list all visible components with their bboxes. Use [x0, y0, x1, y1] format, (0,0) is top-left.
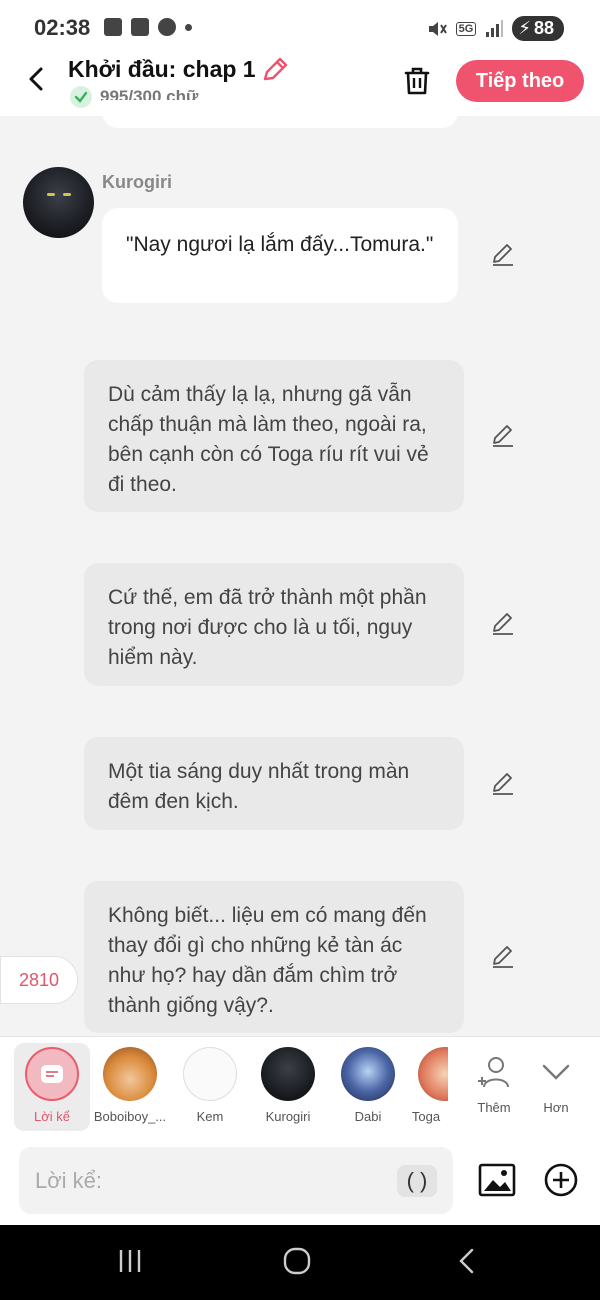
character-kurogiri[interactable]: Kurogiri	[250, 1043, 326, 1131]
avatar	[103, 1047, 157, 1101]
narration-message[interactable]: Không biết... liệu em có mang đến thay đ…	[84, 881, 464, 1033]
character-dabi[interactable]: Dabi	[330, 1043, 406, 1131]
narration-message[interactable]: Dù cảm thấy lạ lạ, nhưng gã vẫn chấp thu…	[84, 360, 464, 512]
character-bar: Lời kể Boboiboy_... Kem Kurogiri Dabi To…	[0, 1036, 600, 1137]
narration-message[interactable]: Một tia sáng duy nhất trong màn đêm đen …	[84, 737, 464, 830]
parentheses-button[interactable]: ( )	[397, 1165, 437, 1197]
battery-level: 88	[533, 18, 554, 38]
system-nav-bar	[0, 1225, 600, 1300]
character-label: Lời kể	[34, 1109, 70, 1124]
add-icon[interactable]	[543, 1162, 579, 1198]
character-label: Kurogiri	[265, 1109, 311, 1124]
chevron-down-icon	[542, 1064, 570, 1080]
next-button[interactable]: Tiếp theo	[456, 60, 584, 102]
narration-message[interactable]: Cứ thế, em đã trở thành một phần trong n…	[84, 563, 464, 686]
signal-icon	[486, 19, 504, 37]
avatar	[183, 1047, 237, 1101]
back-nav-icon[interactable]	[454, 1247, 480, 1275]
narrator-icon	[25, 1047, 79, 1101]
speaker-name: Kurogiri	[102, 172, 172, 192]
more-button[interactable]: Hơn	[520, 1043, 592, 1131]
check-icon	[70, 86, 92, 108]
trash-icon[interactable]	[400, 64, 434, 98]
character-narrator[interactable]: Lời kể	[14, 1043, 90, 1131]
mute-icon	[428, 21, 447, 36]
more-dot-icon	[185, 23, 192, 31]
home-icon[interactable]	[282, 1246, 312, 1276]
network-label: 5G	[455, 21, 477, 36]
edit-title-icon[interactable]	[260, 56, 290, 84]
screenshot-icon	[104, 18, 122, 36]
avatar-kurogiri[interactable]	[23, 167, 94, 238]
character-label: Dabi	[354, 1109, 382, 1124]
edit-message-icon[interactable]	[490, 423, 516, 449]
edit-message-icon[interactable]	[490, 611, 516, 637]
avatar	[261, 1047, 315, 1101]
checkbox-icon	[131, 18, 149, 36]
message-counter[interactable]: 2810	[0, 956, 78, 1004]
character-label: Boboiboy_...	[93, 1109, 167, 1124]
charging-icon: ⚡	[518, 18, 531, 38]
image-icon[interactable]	[478, 1162, 516, 1198]
edit-message-icon[interactable]	[490, 771, 516, 797]
character-label: Kem	[196, 1109, 224, 1124]
facebook-icon	[158, 18, 176, 36]
previous-message-bubble[interactable]	[102, 100, 458, 128]
input-bar: ( )	[0, 1137, 600, 1225]
system-icons: 5G ⚡ 88	[426, 16, 564, 41]
status-bar: 02:38 5G ⚡ 88	[0, 0, 600, 56]
character-boboiboy[interactable]: Boboiboy_...	[92, 1043, 168, 1131]
notification-icons	[104, 18, 192, 36]
character-label: Toga	[411, 1109, 441, 1124]
recent-apps-icon[interactable]	[116, 1247, 144, 1275]
back-arrow-icon[interactable]	[22, 64, 52, 94]
add-user-icon	[478, 1057, 509, 1088]
message-input[interactable]	[19, 1147, 453, 1214]
chapter-title[interactable]: Khởi đầu: chap 1	[68, 56, 256, 83]
avatar	[341, 1047, 395, 1101]
avatar	[418, 1047, 448, 1101]
edit-message-icon[interactable]	[490, 242, 516, 268]
character-kem[interactable]: Kem	[172, 1043, 248, 1131]
battery-indicator: ⚡ 88	[512, 16, 564, 41]
edit-message-icon[interactable]	[490, 944, 516, 970]
more-label: Hơn	[543, 1100, 569, 1115]
character-message[interactable]: "Nay ngươi lạ lắm đấy...Tomura."	[102, 208, 458, 303]
character-toga[interactable]: Toga	[404, 1043, 448, 1131]
status-time: 02:38	[34, 15, 91, 40]
